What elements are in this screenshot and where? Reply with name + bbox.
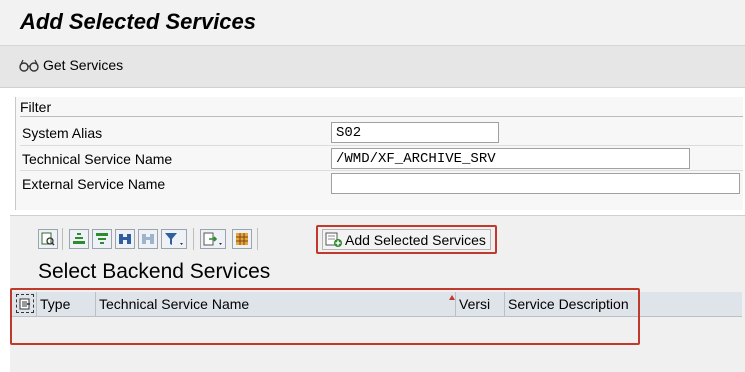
sort-descending-icon[interactable] — [92, 229, 112, 249]
application-toolbar: Get Services — [0, 46, 745, 88]
toolbar-separator — [193, 228, 194, 250]
glasses-icon — [19, 59, 39, 72]
toolbar-separator — [257, 228, 258, 250]
get-services-button[interactable]: Get Services — [18, 57, 123, 73]
toolbar-separator — [62, 228, 63, 250]
filter-panel: Filter System Alias S02 Technical Servic… — [15, 97, 743, 210]
technical-service-name-label: Technical Service Name — [22, 151, 173, 167]
system-alias-input[interactable]: S02 — [331, 122, 499, 143]
export-icon[interactable] — [200, 229, 226, 249]
get-services-label: Get Services — [43, 57, 124, 73]
add-selected-services-label: Add Selected Services — [345, 231, 486, 248]
add-selected-services-highlight: Add Selected Services — [316, 225, 497, 254]
technical-service-name-row: Technical Service Name /WMD/XF_ARCHIVE_S… — [20, 145, 743, 171]
system-alias-row: System Alias S02 — [20, 120, 743, 145]
add-document-icon — [325, 232, 342, 247]
filter-divider — [20, 116, 743, 117]
grid-highlight — [10, 288, 640, 345]
details-icon[interactable] — [38, 229, 58, 249]
system-alias-label: System Alias — [22, 125, 103, 141]
external-service-name-input[interactable] — [331, 173, 740, 194]
sort-ascending-icon[interactable] — [69, 229, 89, 249]
page-title: Add Selected Services — [20, 9, 257, 34]
filter-icon[interactable] — [161, 229, 187, 249]
layout-icon[interactable] — [232, 229, 252, 249]
find-icon[interactable] — [115, 229, 135, 249]
add-selected-services-button[interactable]: Add Selected Services — [322, 229, 491, 250]
find-next-icon[interactable] — [138, 229, 158, 249]
grid-title: Select Backend Services — [38, 260, 271, 283]
title-bar: Add Selected Services — [0, 0, 745, 46]
technical-service-name-input[interactable]: /WMD/XF_ARCHIVE_SRV — [331, 148, 690, 169]
grid-panel: Add Selected Services Select Backend Ser… — [10, 215, 745, 372]
external-service-name-row: External Service Name — [20, 170, 743, 196]
filter-title: Filter — [20, 99, 52, 115]
external-service-name-label: External Service Name — [22, 176, 166, 192]
